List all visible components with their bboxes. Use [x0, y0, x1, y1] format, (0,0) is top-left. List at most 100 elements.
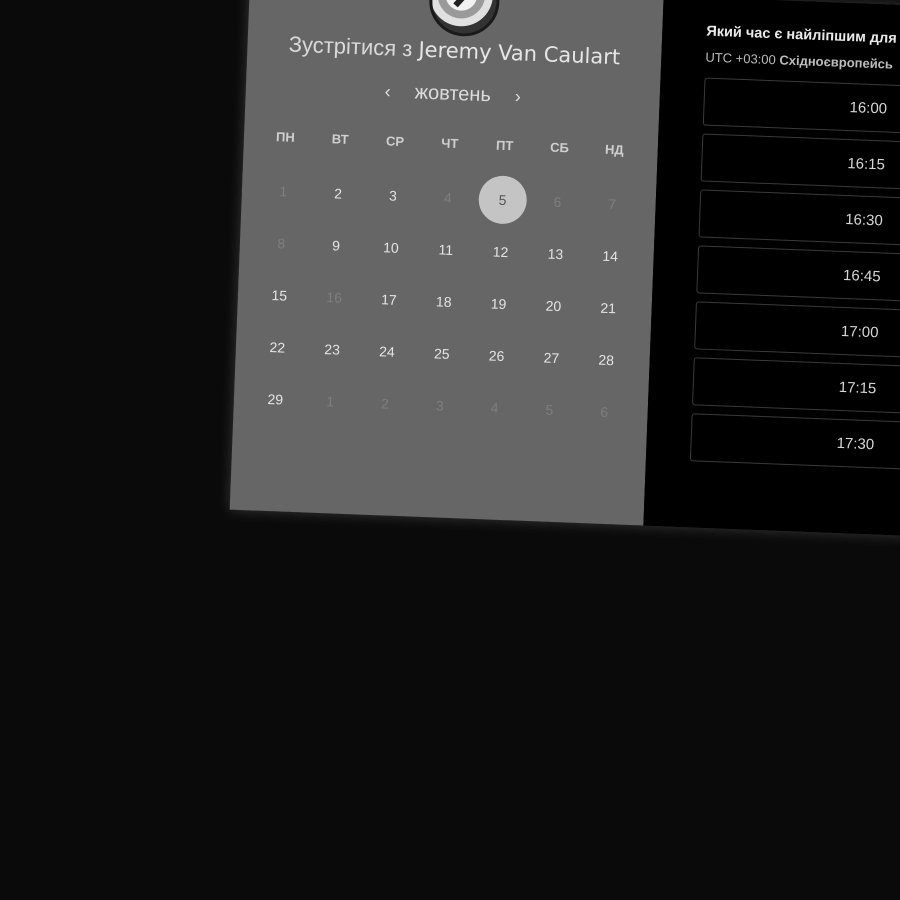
day-number: 27 [543, 349, 560, 367]
booking-widget: Зустрітися з Jeremy Van Caulart ‹ жовтен… [229, 0, 900, 544]
day-cell: 5 [521, 383, 578, 437]
day-cell: 1 [255, 164, 312, 218]
day-number: 26 [488, 347, 505, 365]
day-number: 9 [331, 237, 341, 254]
day-cell[interactable]: 9 [308, 218, 365, 272]
day-number: 6 [600, 403, 609, 421]
day-number: 5 [545, 401, 554, 418]
day-number: 13 [547, 245, 564, 263]
day-number: 5 [477, 174, 528, 225]
day-cell[interactable]: 22 [249, 320, 306, 374]
day-cell[interactable]: 3 [365, 169, 422, 223]
day-number: 2 [380, 395, 390, 412]
weekday-label: ЧТ [441, 135, 459, 152]
time-slot-button[interactable]: 16:00 [702, 77, 900, 138]
chevron-right-icon[interactable]: › [510, 86, 525, 108]
timezone-offset: UTC +03:00 [705, 49, 777, 68]
day-cell[interactable]: 27 [523, 331, 580, 385]
day-number: 1 [325, 393, 335, 410]
day-cell[interactable]: 24 [359, 324, 416, 378]
day-number: 21 [600, 299, 617, 317]
day-cell[interactable]: 14 [582, 229, 639, 283]
time-slot-button[interactable]: 16:30 [698, 189, 900, 249]
day-number: 19 [490, 295, 507, 313]
day-number: 4 [490, 399, 499, 416]
day-number: 3 [388, 187, 398, 204]
day-number: 20 [545, 297, 562, 315]
day-cell[interactable]: 17 [361, 273, 418, 327]
day-number: 22 [269, 339, 286, 356]
time-slot-button[interactable]: 16:45 [696, 245, 900, 305]
day-cell: 4 [466, 381, 523, 435]
day-cell[interactable]: 12 [472, 225, 529, 279]
weekday-label: СР [385, 133, 405, 150]
day-cell[interactable]: 20 [525, 279, 582, 333]
day-number: 29 [267, 390, 284, 408]
time-slot-button[interactable]: 16:15 [700, 133, 900, 193]
weekday-label: НД [604, 141, 624, 158]
day-number: 16 [326, 289, 343, 306]
day-cell[interactable]: 18 [415, 275, 472, 329]
day-grid: 1 2 3 4 5 6 7 8 9 10 11 12 13 14 15 16 17 18 19 20 21 22 23 24 2… [247, 164, 641, 439]
time-slot-panel: Який час є найліпшим для UTC +03:00 Схід… [643, 0, 900, 544]
meeting-title-prefix: Зустрітися з [288, 31, 413, 62]
day-cell[interactable]: 13 [527, 227, 584, 281]
day-cell[interactable]: 25 [413, 327, 470, 381]
day-cell[interactable]: 21 [580, 281, 637, 335]
day-number: 7 [608, 195, 617, 213]
day-number: 3 [435, 397, 444, 414]
day-number: 24 [378, 343, 396, 360]
month-navigation: ‹ жовтень › [245, 75, 660, 114]
day-cell: 16 [306, 270, 363, 324]
day-number: 2 [333, 185, 343, 202]
day-number: 4 [443, 189, 452, 206]
day-number: 1 [279, 183, 288, 200]
day-cell[interactable]: 28 [578, 333, 635, 387]
host-avatar [428, 0, 501, 38]
day-cell[interactable]: 10 [363, 221, 420, 275]
day-number: 28 [598, 351, 615, 369]
day-number: 12 [492, 243, 509, 261]
weekday-label: ВТ [331, 131, 349, 147]
day-cell: 7 [584, 177, 641, 231]
weekday-label: ПН [275, 129, 296, 145]
day-cell-selected[interactable]: 5 [474, 173, 531, 227]
time-question-heading: Який час є найліпшим для [706, 23, 898, 47]
meeting-title: Зустрітися з Jeremy Van Caulart [247, 30, 662, 72]
day-number: 14 [602, 247, 619, 265]
day-cell: 6 [529, 175, 586, 229]
weekday-label: ПТ [495, 137, 514, 154]
day-cell: 6 [576, 385, 633, 439]
day-cell: 4 [419, 171, 476, 225]
day-cell[interactable]: 26 [468, 329, 525, 383]
page-background: Зустрітися з Jeremy Van Caulart ‹ жовтен… [0, 0, 900, 900]
weekday-label: СБ [549, 139, 570, 156]
day-number: 18 [435, 293, 452, 310]
day-number: 25 [433, 345, 450, 362]
timezone-label[interactable]: UTC +03:00 Східноєвропейсь [705, 50, 893, 72]
day-number: 10 [382, 239, 400, 256]
day-number: 6 [553, 193, 562, 211]
day-number: 15 [271, 287, 288, 304]
time-slot-button[interactable]: 17:30 [689, 413, 900, 473]
time-slot-list: 16:00 16:15 16:30 16:45 17:00 17:15 17:30 [689, 77, 900, 481]
day-cell[interactable]: 19 [470, 277, 527, 331]
day-cell[interactable]: 2 [310, 167, 367, 221]
day-number: 11 [438, 241, 454, 258]
day-cell: 2 [357, 376, 414, 430]
day-cell[interactable]: 11 [417, 223, 474, 277]
day-cell: 3 [411, 379, 468, 433]
day-number: 23 [324, 341, 341, 358]
day-number: 8 [277, 235, 286, 252]
month-label: жовтень [414, 81, 492, 107]
day-number: 17 [380, 291, 398, 308]
day-cell[interactable]: 29 [247, 372, 304, 426]
time-slot-button[interactable]: 17:00 [694, 301, 900, 361]
calendar-panel: Зустрітися з Jeremy Van Caulart ‹ жовтен… [229, 0, 664, 526]
day-cell[interactable]: 23 [304, 322, 361, 376]
day-cell[interactable]: 15 [251, 268, 308, 322]
host-name: Jeremy Van Caulart [418, 37, 621, 70]
day-cell: 1 [302, 374, 359, 428]
time-slot-button[interactable]: 17:15 [692, 357, 900, 417]
chevron-left-icon[interactable]: ‹ [380, 81, 395, 103]
